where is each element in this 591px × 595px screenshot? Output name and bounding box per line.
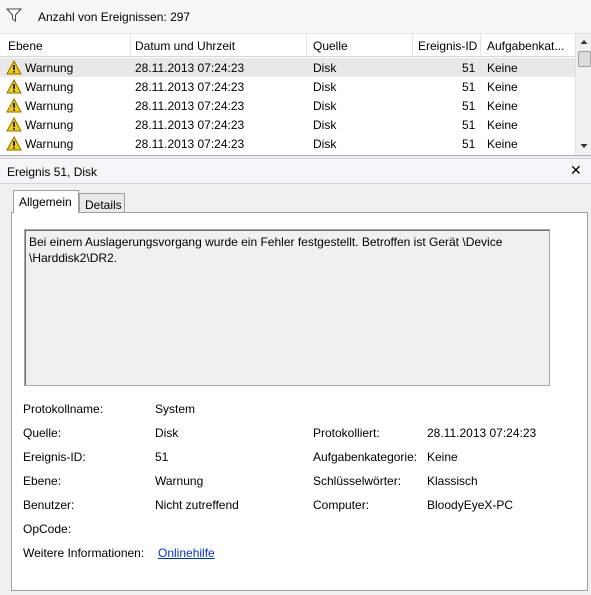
row-task-category: Keine [487,80,518,94]
vertical-scrollbar[interactable] [575,34,591,155]
schluesselwoerter-label: Schlüsselwörter: [313,474,402,488]
ebene-value: Warnung [155,474,204,488]
protokollname-value: System [155,402,196,416]
column-header-event-id[interactable]: Ereignis-ID [418,39,477,53]
tab-details-label: Details [85,198,122,212]
row-task-category: Keine [487,61,518,75]
row-datetime: 28.11.2013 07:24:23 [135,80,245,94]
column-header-datetime[interactable]: Datum und Uhrzeit [135,39,235,53]
row-source: Disk [313,80,337,94]
close-icon[interactable]: ✕ [570,162,582,179]
row-source: Disk [313,61,337,75]
tab-allgemein-label: Allgemein [19,195,72,209]
table-row[interactable]: Warnung 28.11.2013 07:24:23 Disk 51 Kein… [0,134,575,153]
warning-icon [6,117,22,132]
opcode-label: OpCode: [23,522,72,536]
computer-label: Computer: [313,498,370,512]
event-detail-title: Ereignis 51, Disk [7,165,98,179]
row-datetime: 28.11.2013 07:24:23 [135,99,245,113]
computer-value: BloodyEyeX-PC [427,498,514,512]
schluesselwoerter-value: Klassisch [427,474,478,488]
event-list: Ebene Datum und Uhrzeit Quelle Ereignis-… [0,34,591,156]
weitere-informationen-label: Weitere Informationen: [23,546,145,560]
quelle-value: Disk [155,426,179,440]
aufgabenkategorie-value: Keine [427,450,458,464]
warning-icon [6,60,22,75]
protokollname-label: Protokollname: [23,402,104,416]
event-list-header: Ebene Datum und Uhrzeit Quelle Ereignis-… [0,34,575,57]
protokolliert-label: Protokolliert: [313,426,380,440]
row-source: Disk [313,118,337,132]
column-header-level[interactable]: Ebene [8,39,43,53]
warning-icon [6,98,22,113]
event-detail-header: Ereignis 51, Disk ✕ [0,158,591,184]
event-description-text: Bei einem Auslagerungsvorgang wurde ein … [29,235,503,265]
row-level: Warnung [25,118,74,132]
ereignis-id-label: Ereignis-ID: [23,450,86,464]
benutzer-value: Nicht zutreffend [155,498,239,512]
row-event-id: 51 [462,137,476,151]
row-event-id: 51 [462,99,476,113]
filter-bar: Anzahl von Ereignissen: 297 [0,0,591,34]
ereignis-id-value: 51 [155,450,169,464]
row-task-category: Keine [487,99,518,113]
row-datetime: 28.11.2013 07:24:23 [135,61,245,75]
table-row[interactable]: Warnung 28.11.2013 07:24:23 Disk 51 Kein… [0,77,575,96]
event-count-text: Anzahl von Ereignissen: 297 [38,10,191,24]
row-level: Warnung [25,137,74,151]
filter-icon[interactable] [6,8,22,22]
row-event-id: 51 [462,80,476,94]
row-datetime: 28.11.2013 07:24:23 [135,137,245,151]
tab-details[interactable]: Details [79,193,125,213]
scroll-up-arrow-icon[interactable] [576,34,591,50]
event-description-box[interactable]: Bei einem Auslagerungsvorgang wurde ein … [24,229,550,386]
row-task-category: Keine [487,118,518,132]
quelle-label: Quelle: [23,426,62,440]
row-level: Warnung [25,80,74,94]
table-row[interactable]: Warnung 28.11.2013 07:24:23 Disk 51 Kein… [0,115,575,134]
benutzer-label: Benutzer: [23,498,75,512]
row-event-id: 51 [462,61,476,75]
row-level: Warnung [25,61,74,75]
table-row[interactable]: Warnung 28.11.2013 07:24:23 Disk 51 Kein… [0,96,575,115]
column-header-source[interactable]: Quelle [313,39,348,53]
scroll-down-arrow-icon[interactable] [576,138,591,154]
row-source: Disk [313,99,337,113]
row-event-id: 51 [462,118,476,132]
warning-icon [6,79,22,94]
tab-allgemein[interactable]: Allgemein [13,190,79,213]
aufgabenkategorie-label: Aufgabenkategorie: [313,450,418,464]
row-task-category: Keine [487,137,518,151]
column-header-task-category[interactable]: Aufgabenkat... [487,39,564,53]
onlinehilfe-link[interactable]: Onlinehilfe [158,546,215,560]
table-row[interactable]: Warnung 28.11.2013 07:24:23 Disk 51 Kein… [0,58,575,77]
warning-icon [6,136,22,151]
ebene-label: Ebene: [23,474,62,488]
scrollbar-thumb[interactable] [578,51,591,67]
row-level: Warnung [25,99,74,113]
row-datetime: 28.11.2013 07:24:23 [135,118,245,132]
row-source: Disk [313,137,337,151]
protokolliert-value: 28.11.2013 07:24:23 [427,426,537,440]
